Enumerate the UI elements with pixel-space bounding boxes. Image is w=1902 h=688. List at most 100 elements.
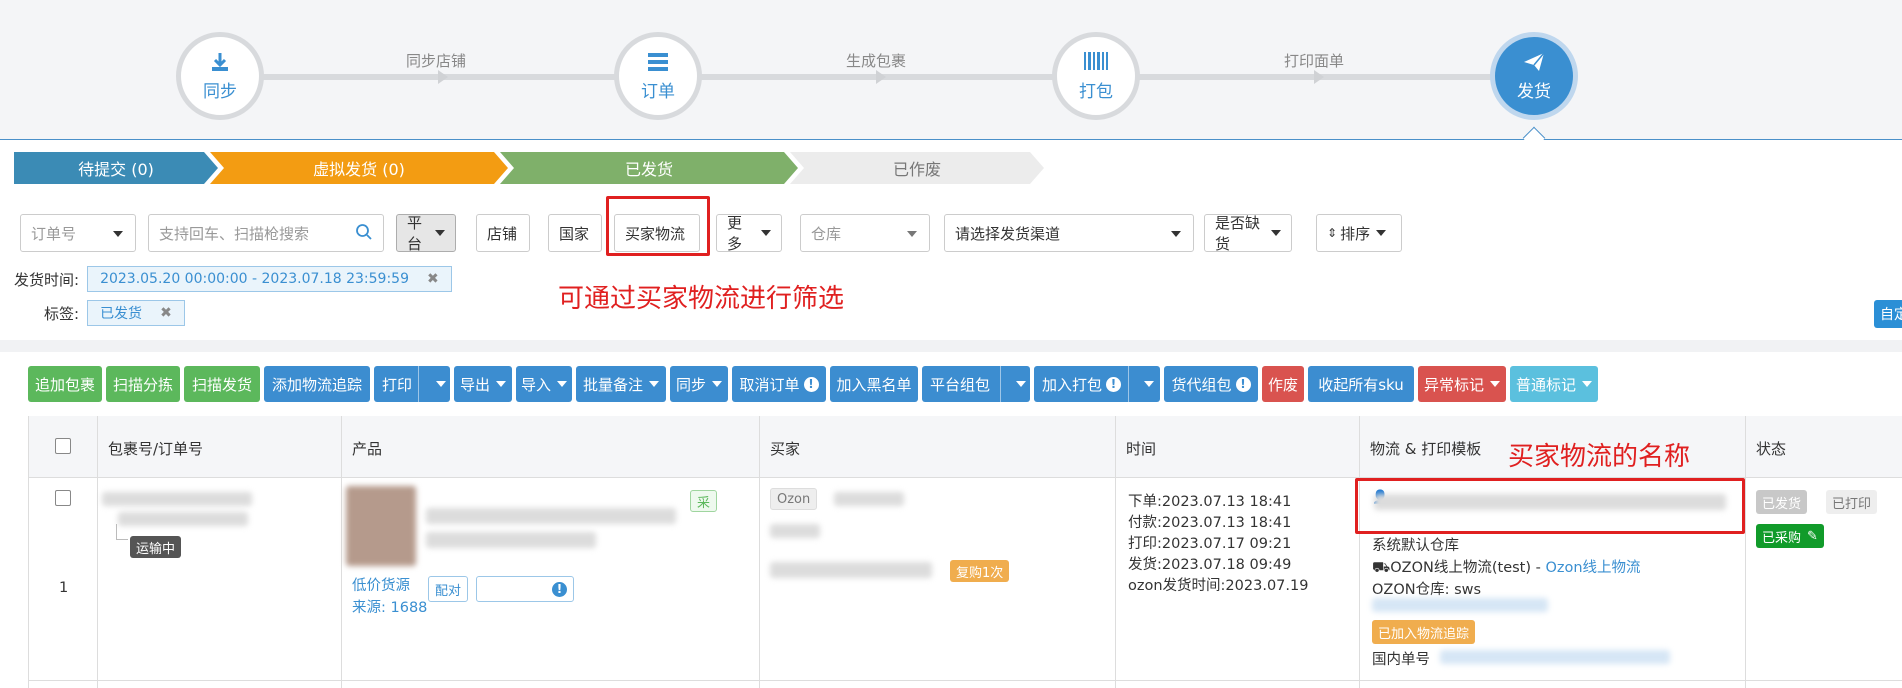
shop-filter[interactable]: 店铺 [476, 214, 530, 252]
add-tracking-button[interactable]: 添加物流追踪 [264, 366, 370, 402]
step-label: 发货 [1517, 81, 1551, 102]
purchase-action-button[interactable]: ! [476, 576, 574, 602]
ship-time-label: 发货时间: [14, 270, 80, 289]
sync-button[interactable]: 同步 [670, 366, 728, 402]
transit-badge: 运输中 [130, 536, 182, 558]
chevron-down-icon [712, 381, 722, 387]
active-step-caret [1522, 126, 1546, 150]
country-label: 国家 [559, 224, 590, 243]
chevron-down-icon[interactable] [1144, 381, 1154, 387]
export-button[interactable]: 导出 [454, 366, 512, 402]
close-icon[interactable]: ✖ [427, 271, 439, 287]
close-icon[interactable]: ✖ [160, 305, 172, 321]
ship-time-tag[interactable]: 2023.05.20 00:00:00 - 2023.07.18 23:59:5… [87, 266, 452, 292]
chevron-down-icon [557, 381, 567, 387]
chevron-down-icon [435, 230, 445, 236]
more-label: 更多 [727, 214, 743, 253]
step-link-print-label[interactable]: 打印面单 [1284, 50, 1344, 71]
product-cell: 采 低价货源 来源: 1688 配对 ! [342, 478, 760, 688]
source-link[interactable]: 来源: 1688 [352, 596, 427, 617]
add-package-button[interactable]: 追加包裹 [28, 366, 102, 402]
header-status: 状态 [1746, 416, 1902, 478]
purchased-status-badge: 已采购 ✎ [1756, 524, 1824, 548]
logistics-link[interactable]: Ozon线上物流 [1545, 560, 1640, 576]
tab-virtual-ship[interactable]: 虚拟发货 (0) [210, 152, 508, 184]
info-icon: ! [552, 581, 567, 597]
redacted-text [1440, 650, 1670, 664]
chevron-down-icon [1376, 230, 1387, 236]
chevron-down-icon [496, 381, 506, 387]
pair-button[interactable]: 配对 [428, 576, 469, 602]
time-cell: 下单:2023.07.13 18:41 付款:2023.07.13 18:41 … [1116, 478, 1360, 688]
default-warehouse: 系统默认仓库 [1372, 538, 1459, 554]
cancel-order-button[interactable]: 取消订单! [732, 366, 826, 402]
add-pack-button[interactable]: 加入打包! [1034, 366, 1160, 402]
redacted-text [770, 562, 932, 578]
product-image[interactable] [346, 486, 416, 566]
step-arrow-icon [1314, 70, 1324, 84]
platform-badge: Ozon [770, 488, 818, 510]
platform-filter[interactable]: 平台 [396, 214, 456, 253]
shipped-tag[interactable]: 已发货 ✖ [87, 300, 185, 326]
status-cell: 已发货 已打印 已采购 ✎ [1746, 478, 1902, 688]
print-button[interactable]: 打印 [374, 366, 450, 402]
sort-label: 排序 [1340, 224, 1371, 243]
step-link-sync-shop[interactable]: 同步店铺 [406, 50, 466, 71]
platform-group-button[interactable]: 平台组包 [922, 366, 1030, 402]
exception-mark-button[interactable]: 异常标记 [1418, 366, 1506, 402]
normal-mark-label: 普通标记 [1515, 375, 1576, 394]
row-checkbox[interactable] [55, 490, 71, 506]
sync-label: 同步 [675, 375, 706, 394]
search-icon[interactable] [355, 223, 373, 245]
collapse-sku-button[interactable]: 收起所有sku [1308, 366, 1414, 402]
progress-steps: 同步店铺 生成包裹 打印面单 同步 订单 打包 发货 [0, 0, 1902, 150]
forwarder-group-button[interactable]: 货代组包! [1164, 366, 1258, 402]
redacted-text [770, 524, 820, 538]
more-filter[interactable]: 更多 [716, 214, 782, 253]
add-pack-label: 加入打包 [1042, 375, 1103, 394]
scan-sort-button[interactable]: 扫描分拣 [106, 366, 180, 402]
blacklist-button[interactable]: 加入黑名单 [830, 366, 918, 402]
shipped-status-badge: 已发货 [1756, 490, 1808, 514]
normal-mark-button[interactable]: 普通标记 [1510, 366, 1598, 402]
warehouse-select[interactable]: 仓库 [800, 214, 930, 252]
step-ship[interactable]: 发货 [1490, 32, 1578, 120]
platform-group-label: 平台组包 [930, 375, 991, 394]
low-price-link[interactable]: 低价货源 [352, 574, 410, 595]
channel-select[interactable]: 请选择发货渠道 [944, 214, 1194, 252]
tab-pending[interactable]: 待提交 (0) [14, 152, 218, 184]
redacted-text [118, 512, 248, 526]
void-button[interactable]: 作废 [1262, 366, 1304, 402]
custom-button[interactable]: 自定 [1874, 300, 1902, 328]
country-filter[interactable]: 国家 [548, 214, 602, 252]
step-sync[interactable]: 同步 [176, 32, 264, 120]
step-link-generate-package[interactable]: 生成包裹 [846, 50, 906, 71]
info-icon: ! [1106, 376, 1122, 392]
list-icon [646, 51, 670, 75]
barcode-icon [1083, 51, 1109, 75]
tab-shipped[interactable]: 已发货 [500, 152, 798, 184]
order-no-select[interactable]: 订单号 [20, 214, 136, 252]
tab-voided[interactable]: 已作废 [790, 152, 1044, 184]
chevron-down-icon[interactable] [1016, 381, 1026, 387]
stockout-filter[interactable]: 是否缺货 [1204, 214, 1292, 253]
header-select-all [28, 416, 98, 478]
shop-label: 店铺 [487, 224, 518, 243]
step-arrow-icon [438, 70, 448, 84]
import-button[interactable]: 导入 [516, 366, 572, 402]
sort-filter[interactable]: ⇕ 排序 [1316, 214, 1402, 252]
print-label: 打印 [382, 375, 413, 394]
highlight-box [606, 196, 710, 256]
search-input[interactable]: 支持回车、扫描枪搜索 [148, 214, 384, 252]
select-all-checkbox[interactable] [55, 438, 71, 454]
batch-note-button[interactable]: 批量备注 [576, 366, 666, 402]
order-time: 下单:2023.07.13 18:41 [1128, 494, 1292, 510]
edit-icon[interactable]: ✎ [1807, 529, 1818, 544]
ship-time-filter: 发货时间: 2023.05.20 00:00:00 - 2023.07.18 2… [14, 266, 452, 292]
step-order[interactable]: 订单 [614, 32, 702, 120]
ship-time: 发货:2023.07.18 09:49 [1128, 557, 1292, 573]
scan-ship-button[interactable]: 扫描发货 [184, 366, 260, 402]
step-pack[interactable]: 打包 [1052, 32, 1140, 120]
chevron-down-icon[interactable] [436, 381, 446, 387]
tag-label: 标签: [44, 304, 80, 323]
